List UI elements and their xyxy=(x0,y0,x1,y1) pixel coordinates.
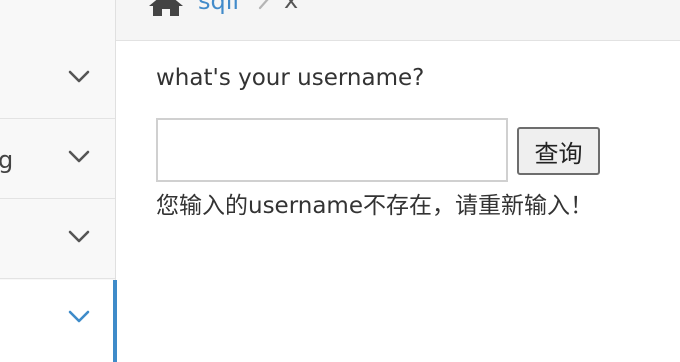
chevron-right-icon xyxy=(258,0,269,10)
sidebar-item-3[interactable] xyxy=(0,200,115,279)
result-message: 您输入的username不存在，请重新输入！ xyxy=(156,193,593,219)
username-prompt: what's your username? xyxy=(156,65,425,91)
sidebar: g xyxy=(0,0,117,362)
chevron-down-icon xyxy=(68,70,90,83)
breadcrumb-current: x xyxy=(284,0,299,14)
sidebar-item-1[interactable] xyxy=(0,40,115,119)
chevron-down-icon xyxy=(68,310,90,323)
sidebar-item-2[interactable]: g xyxy=(0,120,115,199)
chevron-down-icon xyxy=(68,230,90,243)
sidebar-item-label: g xyxy=(0,146,14,174)
query-button[interactable]: 查询 xyxy=(517,127,600,175)
app: g sqli x what's your username? 查询 您输入的us… xyxy=(0,0,680,362)
home-icon[interactable] xyxy=(149,0,183,16)
sidebar-item-active[interactable] xyxy=(0,280,117,362)
chevron-down-icon xyxy=(68,150,90,163)
breadcrumb-link-sqli[interactable]: sqli xyxy=(198,0,239,16)
username-input[interactable] xyxy=(156,118,508,182)
breadcrumb: sqli x xyxy=(116,0,680,41)
